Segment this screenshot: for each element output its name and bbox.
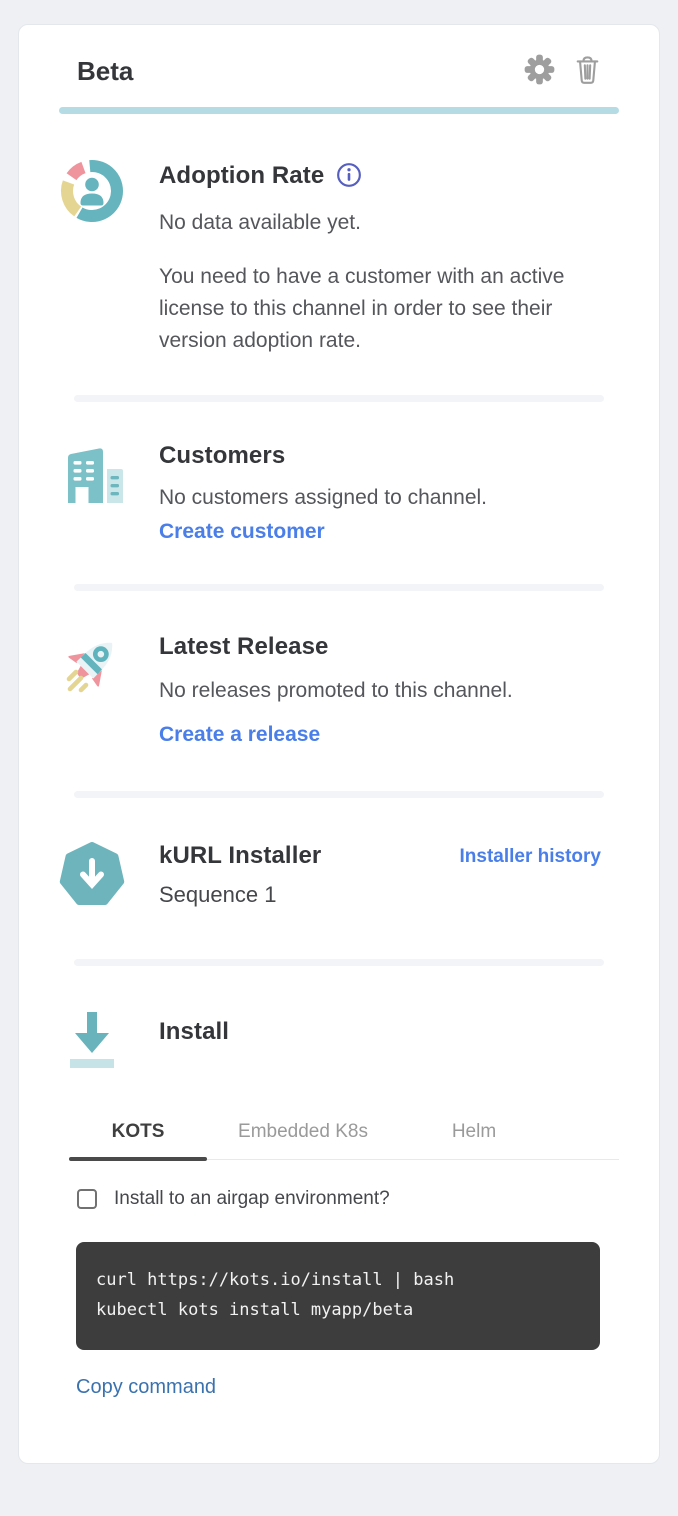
- adoption-empty-title: No data available yet.: [159, 207, 619, 239]
- airgap-row: Install to an airgap environment?: [77, 1188, 619, 1210]
- command-line-1: curl https://kots.io/install | bash: [96, 1265, 580, 1295]
- release-empty-text: No releases promoted to this channel.: [159, 675, 619, 707]
- rocket-icon: [59, 633, 125, 747]
- section-divider: [74, 584, 604, 591]
- installer-sequence: Sequence 1: [159, 882, 619, 908]
- install-command-block: curl https://kots.io/install | bash kube…: [76, 1242, 600, 1350]
- customers-title: Customers: [159, 442, 619, 470]
- channel-accent-bar: [59, 107, 619, 114]
- airgap-label[interactable]: Install to an airgap environment?: [114, 1188, 390, 1210]
- info-icon[interactable]: [336, 158, 362, 193]
- adoption-rate-section: Adoption Rate No data available yet. You…: [59, 158, 619, 395]
- install-tabs: KOTS Embedded K8s Helm: [69, 1111, 619, 1160]
- latest-release-section: Latest Release No releases promoted to t…: [59, 633, 619, 791]
- channel-title: Beta: [77, 56, 133, 87]
- trash-icon: [574, 55, 601, 88]
- kurl-heptagon-icon: [59, 842, 125, 913]
- card-header: Beta: [59, 55, 619, 87]
- adoption-rate-title: Adoption Rate: [159, 162, 324, 190]
- tab-helm[interactable]: Helm: [399, 1111, 549, 1159]
- section-divider: [74, 791, 604, 798]
- gear-icon: [524, 54, 555, 88]
- adoption-empty-body: You need to have a customer with an acti…: [159, 261, 619, 357]
- install-section: Install: [59, 1006, 619, 1077]
- create-customer-link[interactable]: Create customer: [159, 520, 325, 544]
- customers-section: Customers No customers assigned to chann…: [59, 442, 619, 584]
- section-divider: [74, 959, 604, 966]
- install-title: Install: [159, 1018, 619, 1046]
- buildings-icon: [59, 442, 125, 544]
- tab-kots[interactable]: KOTS: [69, 1111, 207, 1159]
- kurl-installer-section: kURL Installer Installer history Sequenc…: [59, 842, 619, 959]
- download-icon: [59, 1006, 125, 1077]
- section-divider: [74, 395, 604, 402]
- command-line-2: kubectl kots install myapp/beta: [96, 1295, 580, 1325]
- adoption-rate-icon: [59, 158, 125, 357]
- installer-history-link[interactable]: Installer history: [460, 846, 602, 868]
- customers-empty-text: No customers assigned to channel.: [159, 482, 619, 514]
- settings-button[interactable]: [523, 55, 555, 87]
- delete-channel-button[interactable]: [571, 55, 603, 87]
- header-actions: [523, 55, 619, 87]
- create-release-link[interactable]: Create a release: [159, 723, 320, 747]
- tab-embedded-k8s[interactable]: Embedded K8s: [207, 1111, 399, 1159]
- airgap-checkbox[interactable]: [77, 1189, 97, 1209]
- kurl-installer-title: kURL Installer: [159, 842, 321, 870]
- channel-card: Beta: [18, 24, 660, 1464]
- latest-release-title: Latest Release: [159, 633, 619, 661]
- copy-command-link[interactable]: Copy command: [76, 1376, 216, 1399]
